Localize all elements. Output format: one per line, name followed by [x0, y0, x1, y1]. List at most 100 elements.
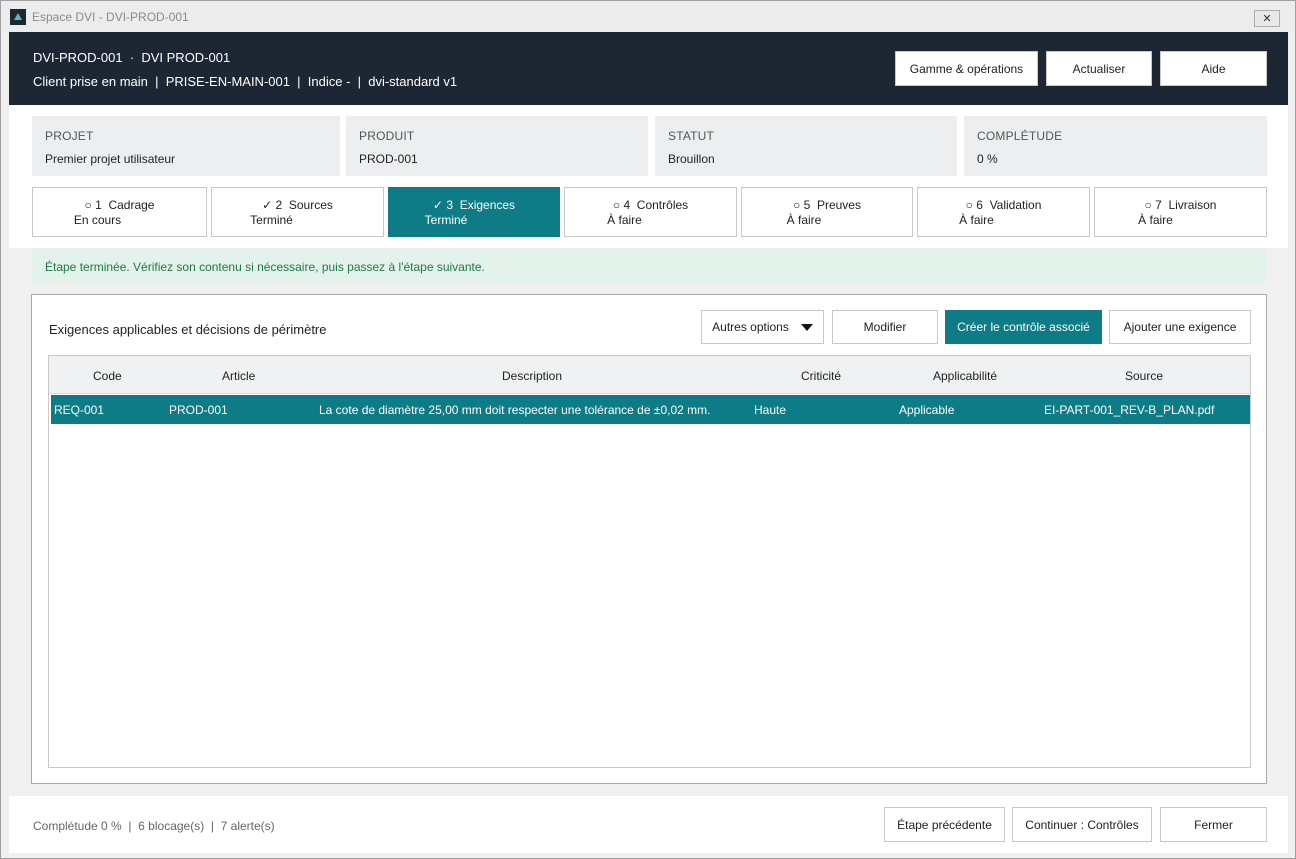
- close-icon: ✕: [1262, 13, 1272, 25]
- column-header-code[interactable]: Code: [93, 369, 122, 383]
- more-options-dropdown[interactable]: Autres options: [701, 310, 824, 344]
- checkmark-icon: ✓: [432, 198, 443, 212]
- info-card-label: STATUT: [668, 129, 715, 143]
- cell-code: REQ-001: [54, 403, 105, 417]
- step-status-text: À faire: [607, 213, 642, 227]
- step-number: 7: [1155, 198, 1162, 212]
- requirements-table: Code Article Description Criticité Appli…: [48, 355, 1251, 768]
- app-logo-icon: [10, 8, 26, 25]
- step-status: À faire: [565, 213, 736, 227]
- cell-description: La cote de diamètre 25,00 mm doit respec…: [319, 403, 711, 417]
- step-status-text: À faire: [786, 213, 822, 227]
- step-title: ✓ 2 Sources: [212, 198, 383, 212]
- step-number: 3: [446, 198, 454, 212]
- window-title: Espace DVI - DVI-PROD-001: [32, 9, 189, 24]
- info-card-value: PROD-001: [359, 152, 418, 166]
- step-name: Preuves: [816, 198, 861, 212]
- header-subtitle: Client prise en main | PRISE-EN-MAIN-001…: [33, 74, 458, 89]
- step-status: À faire: [1095, 213, 1266, 227]
- cell-applicabilite: Applicable: [899, 403, 955, 417]
- info-card-completeness: COMPLÉTUDE 0 %: [964, 116, 1267, 176]
- info-card-status: STATUT Brouillon: [655, 116, 957, 176]
- circle-icon: ○: [965, 198, 973, 212]
- step-status: Terminé: [212, 213, 383, 227]
- column-header-description[interactable]: Description: [502, 369, 562, 383]
- circle-icon: ○: [612, 198, 621, 212]
- step-number: 4: [623, 198, 631, 212]
- step-tab-preuves[interactable]: ○ 5 Preuves À faire: [741, 187, 913, 237]
- help-button[interactable]: Aide: [1160, 51, 1267, 86]
- step-title: ○ 1 Cadrage: [33, 198, 206, 212]
- step-status-text: À faire: [1138, 213, 1173, 227]
- step-status: À faire: [742, 213, 912, 227]
- info-card-label: COMPLÉTUDE: [977, 129, 1063, 143]
- footer-status: Complétude 0 % | 6 blocage(s) | 7 alerte…: [33, 819, 275, 833]
- step-status: En cours: [33, 213, 206, 227]
- step-status-text: Terminé: [424, 213, 468, 227]
- circle-icon: ○: [1144, 198, 1152, 212]
- info-card-label: PRODUIT: [359, 129, 415, 143]
- title-bar: Espace DVI - DVI-PROD-001 ✕: [1, 1, 1295, 32]
- step-name: Sources: [288, 198, 333, 212]
- column-header-article[interactable]: Article: [222, 369, 255, 383]
- column-header-applicabilite[interactable]: Applicabilité: [933, 369, 997, 383]
- step-name: Livraison: [1168, 198, 1217, 212]
- gamme-operations-button[interactable]: Gamme & opérations: [895, 51, 1038, 86]
- circle-icon: ○: [84, 198, 92, 212]
- table-header: Code Article Description Criticité Appli…: [49, 356, 1250, 394]
- step-title: ✓ 3 Exigences: [389, 198, 559, 212]
- step-tab-livraison[interactable]: ○ 7 Livraison À faire: [1094, 187, 1267, 237]
- more-options-label: Autres options: [712, 320, 789, 334]
- step-tab-sources[interactable]: ✓ 2 Sources Terminé: [211, 187, 384, 237]
- step-number: 1: [95, 198, 102, 212]
- step-status: À faire: [918, 213, 1089, 227]
- step-tab-cadrage[interactable]: ○ 1 Cadrage En cours: [32, 187, 207, 237]
- panel-title: Exigences applicables et décisions de pé…: [49, 322, 327, 337]
- step-title: ○ 4 Contrôles: [565, 198, 736, 212]
- info-card-value: 0 %: [977, 152, 998, 166]
- edit-button[interactable]: Modifier: [832, 310, 938, 344]
- footer-bar: Complétude 0 % | 6 blocage(s) | 7 alerte…: [9, 796, 1288, 853]
- step-status-text: En cours: [73, 213, 122, 227]
- step-title: ○ 5 Preuves: [742, 198, 912, 212]
- cell-article: PROD-001: [169, 403, 228, 417]
- step-status-text: À faire: [959, 213, 994, 227]
- info-card-value: Brouillon: [668, 152, 715, 166]
- cell-source: EI-PART-001_REV-B_PLAN.pdf: [1044, 403, 1215, 417]
- column-header-criticite[interactable]: Criticité: [801, 369, 841, 383]
- step-tab-controles[interactable]: ○ 4 Contrôles À faire: [564, 187, 737, 237]
- header-bar: DVI-PROD-001 · DVI PROD-001 Client prise…: [9, 32, 1288, 105]
- step-tab-validation[interactable]: ○ 6 Validation À faire: [917, 187, 1090, 237]
- header-title: DVI-PROD-001 · DVI PROD-001: [33, 50, 231, 65]
- app-window: Espace DVI - DVI-PROD-001 ✕ DVI-PROD-001…: [0, 0, 1296, 859]
- requirements-panel: Exigences applicables et décisions de pé…: [31, 294, 1267, 784]
- step-status-text: Terminé: [250, 213, 293, 227]
- info-card-product: PRODUIT PROD-001: [346, 116, 648, 176]
- info-card-label: PROJET: [45, 129, 94, 143]
- create-control-button[interactable]: Créer le contrôle associé: [945, 310, 1102, 344]
- info-card-project: PROJET Premier projet utilisateur: [32, 116, 340, 176]
- step-name: Exigences: [459, 198, 516, 212]
- step-status: Terminé: [389, 213, 559, 227]
- window-close-button[interactable]: ✕: [1254, 10, 1280, 27]
- continue-button[interactable]: Continuer : Contrôles: [1012, 807, 1152, 842]
- add-requirement-button[interactable]: Ajouter une exigence: [1109, 310, 1251, 344]
- column-header-source[interactable]: Source: [1125, 369, 1163, 383]
- checkmark-icon: ✓: [262, 198, 273, 212]
- step-name: Cadrage: [108, 198, 155, 212]
- chevron-down-icon: [800, 323, 813, 331]
- step-number: 6: [976, 198, 983, 212]
- step-number: 2: [275, 198, 283, 212]
- table-row[interactable]: REQ-001 PROD-001 La cote de diamètre 25,…: [51, 395, 1250, 424]
- cell-criticite: Haute: [754, 403, 787, 417]
- refresh-button[interactable]: Actualiser: [1046, 51, 1152, 86]
- previous-step-button[interactable]: Étape précédente: [884, 807, 1005, 842]
- step-title: ○ 6 Validation: [918, 198, 1089, 212]
- info-banner: Étape terminée. Vérifiez son contenu si …: [32, 249, 1266, 283]
- close-button[interactable]: Fermer: [1160, 807, 1267, 842]
- step-name: Contrôles: [636, 198, 689, 212]
- step-tab-exigences[interactable]: ✓ 3 Exigences Terminé: [388, 187, 560, 237]
- step-number: 5: [803, 198, 811, 212]
- info-card-value: Premier projet utilisateur: [45, 152, 176, 166]
- step-name: Validation: [989, 198, 1042, 212]
